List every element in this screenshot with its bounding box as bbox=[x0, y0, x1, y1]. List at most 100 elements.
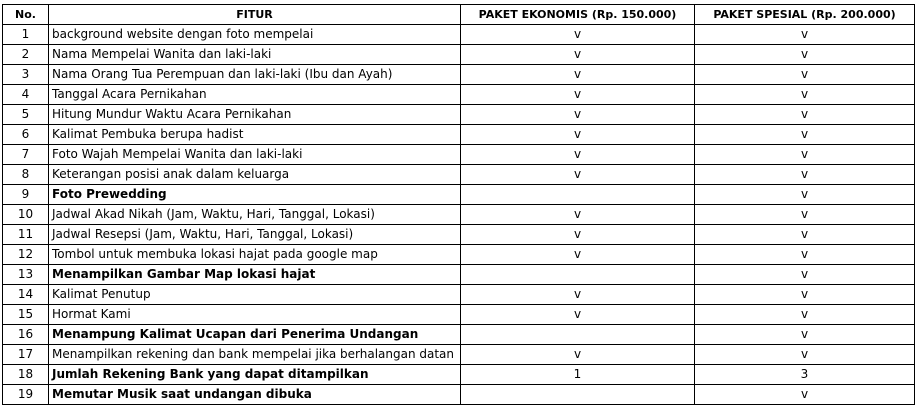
cell-spesial[interactable]: v bbox=[694, 284, 915, 305]
cell-spesial[interactable]: v bbox=[694, 304, 915, 325]
cell-ekonomis[interactable]: v bbox=[460, 104, 695, 125]
table-row: 7 Foto Wajah Mempelai Wanita dan laki-lak… bbox=[2, 144, 915, 165]
cell-fitur[interactable]: Jadwal Akad Nikah (Jam, Waktu, Hari, Tan… bbox=[48, 204, 461, 225]
header-no[interactable]: No. bbox=[2, 4, 49, 25]
cell-ekonomis[interactable]: v bbox=[460, 244, 695, 265]
cell-fitur[interactable]: Tanggal Acara Pernikahan bbox=[48, 84, 461, 105]
table-row: 3 Nama Orang Tua Perempuan dan laki-laki … bbox=[2, 64, 915, 85]
cell-fitur[interactable]: Menampung Kalimat Ucapan dari Penerima U… bbox=[48, 324, 461, 345]
table-row: 15 Hormat Kami v v bbox=[2, 304, 915, 325]
cell-fitur[interactable]: Jadwal Resepsi (Jam, Waktu, Hari, Tangga… bbox=[48, 224, 461, 245]
cell-spesial[interactable]: v bbox=[694, 44, 915, 65]
cell-ekonomis[interactable] bbox=[460, 324, 695, 345]
cell-ekonomis[interactable]: v bbox=[460, 284, 695, 305]
cell-spesial[interactable]: v bbox=[694, 244, 915, 265]
cell-spesial[interactable]: v bbox=[694, 104, 915, 125]
table-row: 1 background website dengan foto mempelai… bbox=[2, 24, 915, 45]
cell-no[interactable]: 2 bbox=[2, 44, 49, 65]
cell-no[interactable]: 11 bbox=[2, 224, 49, 245]
cell-spesial[interactable]: v bbox=[694, 184, 915, 205]
cell-ekonomis[interactable]: v bbox=[460, 24, 695, 45]
cell-no[interactable]: 17 bbox=[2, 344, 49, 365]
header-fitur[interactable]: FITUR bbox=[48, 4, 461, 25]
cell-spesial[interactable]: v bbox=[694, 144, 915, 165]
cell-fitur[interactable]: Hitung Mundur Waktu Acara Pernikahan bbox=[48, 104, 461, 125]
cell-spesial[interactable]: v bbox=[694, 164, 915, 185]
header-row: No. FITUR PAKET EKONOMIS (Rp. 150.000) P… bbox=[2, 4, 915, 25]
cell-fitur[interactable]: Menampilkan Gambar Map lokasi hajat bbox=[48, 264, 461, 285]
cell-fitur[interactable]: Foto Prewedding bbox=[48, 184, 461, 205]
table-row: 18 Jumlah Rekening Bank yang dapat ditamp… bbox=[2, 364, 915, 385]
cell-no[interactable]: 14 bbox=[2, 284, 49, 305]
table-row: 13 Menampilkan Gambar Map lokasi hajat v bbox=[2, 264, 915, 285]
table-row: 10 Jadwal Akad Nikah (Jam, Waktu, Hari, T… bbox=[2, 204, 915, 225]
table-row: 19 Memutar Musik saat undangan dibuka v bbox=[2, 384, 915, 405]
cell-no[interactable]: 9 bbox=[2, 184, 49, 205]
table-row: 6 Kalimat Pembuka berupa hadist v v bbox=[2, 124, 915, 145]
cell-no[interactable]: 13 bbox=[2, 264, 49, 285]
cell-fitur[interactable]: background website dengan foto mempelai bbox=[48, 24, 461, 45]
table-row: 11 Jadwal Resepsi (Jam, Waktu, Hari, Tang… bbox=[2, 224, 915, 245]
table-body: 1 background website dengan foto mempelai… bbox=[2, 24, 915, 405]
table-row: 14 Kalimat Penutup v v bbox=[2, 284, 915, 305]
cell-ekonomis[interactable]: v bbox=[460, 204, 695, 225]
cell-spesial[interactable]: v bbox=[694, 204, 915, 225]
cell-ekonomis[interactable]: v bbox=[460, 64, 695, 85]
cell-spesial[interactable]: v bbox=[694, 24, 915, 45]
cell-spesial[interactable]: v bbox=[694, 84, 915, 105]
cell-fitur[interactable]: Kalimat Pembuka berupa hadist bbox=[48, 124, 461, 145]
cell-no[interactable]: 18 bbox=[2, 364, 49, 385]
cell-ekonomis[interactable]: v bbox=[460, 344, 695, 365]
cell-fitur[interactable]: Kalimat Penutup bbox=[48, 284, 461, 305]
cell-ekonomis[interactable]: v bbox=[460, 304, 695, 325]
cell-fitur[interactable]: Nama Mempelai Wanita dan laki-laki bbox=[48, 44, 461, 65]
cell-fitur[interactable]: Menampilkan rekening dan bank mempelai j… bbox=[48, 344, 461, 365]
cell-ekonomis[interactable]: v bbox=[460, 224, 695, 245]
cell-fitur[interactable]: Memutar Musik saat undangan dibuka bbox=[48, 384, 461, 405]
cell-no[interactable]: 6 bbox=[2, 124, 49, 145]
cell-ekonomis[interactable] bbox=[460, 384, 695, 405]
cell-no[interactable]: 19 bbox=[2, 384, 49, 405]
cell-fitur[interactable]: Hormat Kami bbox=[48, 304, 461, 325]
cell-spesial[interactable]: v bbox=[694, 124, 915, 145]
cell-fitur[interactable]: Jumlah Rekening Bank yang dapat ditampil… bbox=[48, 364, 461, 385]
cell-no[interactable]: 16 bbox=[2, 324, 49, 345]
header-paket-spesial[interactable]: PAKET SPESIAL (Rp. 200.000) bbox=[694, 4, 915, 25]
table-row: 2 Nama Mempelai Wanita dan laki-laki v v bbox=[2, 44, 915, 65]
table-row: 5 Hitung Mundur Waktu Acara Pernikahan v v bbox=[2, 104, 915, 125]
cell-spesial[interactable]: 3 bbox=[694, 364, 915, 385]
cell-fitur[interactable]: Foto Wajah Mempelai Wanita dan laki-laki bbox=[48, 144, 461, 165]
cell-no[interactable]: 7 bbox=[2, 144, 49, 165]
cell-no[interactable]: 4 bbox=[2, 84, 49, 105]
cell-spesial[interactable]: v bbox=[694, 384, 915, 405]
cell-spesial[interactable]: v bbox=[694, 224, 915, 245]
header-paket-ekonomis[interactable]: PAKET EKONOMIS (Rp. 150.000) bbox=[460, 4, 695, 25]
cell-fitur[interactable]: Tombol untuk membuka lokasi hajat pada g… bbox=[48, 244, 461, 265]
features-table: No. FITUR PAKET EKONOMIS (Rp. 150.000) P… bbox=[2, 4, 915, 405]
cell-ekonomis[interactable] bbox=[460, 264, 695, 285]
cell-spesial[interactable]: v bbox=[694, 264, 915, 285]
cell-no[interactable]: 1 bbox=[2, 24, 49, 45]
cell-ekonomis[interactable]: v bbox=[460, 44, 695, 65]
cell-spesial[interactable]: v bbox=[694, 324, 915, 345]
cell-no[interactable]: 5 bbox=[2, 104, 49, 125]
table-row: 12 Tombol untuk membuka lokasi hajat pada… bbox=[2, 244, 915, 265]
cell-ekonomis[interactable] bbox=[460, 184, 695, 205]
cell-fitur[interactable]: Nama Orang Tua Perempuan dan laki-laki (… bbox=[48, 64, 461, 85]
cell-fitur[interactable]: Keterangan posisi anak dalam keluarga bbox=[48, 164, 461, 185]
cell-no[interactable]: 3 bbox=[2, 64, 49, 85]
cell-ekonomis[interactable]: v bbox=[460, 164, 695, 185]
cell-no[interactable]: 12 bbox=[2, 244, 49, 265]
table-row: 9 Foto Prewedding v bbox=[2, 184, 915, 205]
cell-ekonomis[interactable]: v bbox=[460, 84, 695, 105]
table-row: 17 Menampilkan rekening dan bank mempelai… bbox=[2, 344, 915, 365]
cell-ekonomis[interactable]: v bbox=[460, 124, 695, 145]
cell-spesial[interactable]: v bbox=[694, 64, 915, 85]
cell-no[interactable]: 15 bbox=[2, 304, 49, 325]
table-row: 4 Tanggal Acara Pernikahan v v bbox=[2, 84, 915, 105]
cell-no[interactable]: 8 bbox=[2, 164, 49, 185]
cell-ekonomis[interactable]: 1 bbox=[460, 364, 695, 385]
cell-no[interactable]: 10 bbox=[2, 204, 49, 225]
cell-spesial[interactable]: v bbox=[694, 344, 915, 365]
cell-ekonomis[interactable]: v bbox=[460, 144, 695, 165]
